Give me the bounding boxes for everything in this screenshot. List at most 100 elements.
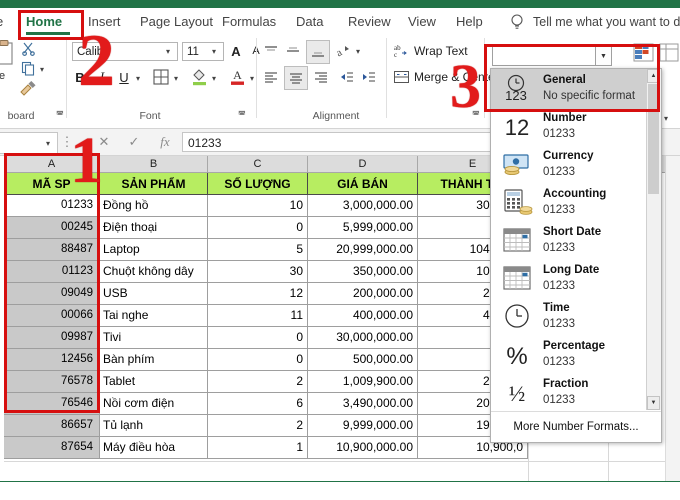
cell-quantity[interactable]: 12: [208, 283, 308, 305]
copy-dropdown-caret-icon[interactable]: ▾: [40, 65, 44, 74]
tab-file[interactable]: e: [0, 8, 3, 36]
font-color-caret-icon[interactable]: ▾: [250, 74, 254, 83]
cell-price[interactable]: 3,490,000.00: [308, 393, 418, 415]
header-cell-gia-ban[interactable]: GIÁ BÁN: [308, 173, 418, 195]
cell-price[interactable]: 200,000.00: [308, 283, 418, 305]
tab-view[interactable]: View: [408, 8, 436, 36]
column-header-b[interactable]: B: [100, 156, 208, 173]
cell-product[interactable]: Bàn phím: [100, 349, 208, 371]
underline-button[interactable]: U: [116, 68, 132, 86]
dropdown-item-time[interactable]: Time 01233: [491, 297, 661, 337]
tab-review[interactable]: Review: [348, 8, 391, 36]
cell-quantity[interactable]: 2: [208, 415, 308, 437]
cell-product[interactable]: USB: [100, 283, 208, 305]
header-cell-san-pham[interactable]: SẢN PHẨM: [100, 173, 208, 195]
underline-caret-icon[interactable]: ▾: [136, 74, 140, 83]
tab-formulas[interactable]: Formulas: [222, 8, 276, 36]
cell-quantity[interactable]: 0: [208, 217, 308, 239]
cell-product[interactable]: Nồi cơm điện: [100, 393, 208, 415]
cut-icon[interactable]: [20, 40, 36, 56]
cell-quantity[interactable]: 0: [208, 327, 308, 349]
cell-product[interactable]: Đồng hồ: [100, 195, 208, 217]
more-number-formats-item[interactable]: More Number Formats...: [491, 411, 661, 442]
align-bottom-icon[interactable]: [306, 40, 330, 64]
align-middle-icon[interactable]: [284, 42, 302, 60]
number-format-dropdown[interactable]: 123 General No specific format 12 Number 0123…: [490, 68, 662, 443]
font-size-box[interactable]: 11: [182, 42, 224, 61]
styles-caret-icon[interactable]: ▾: [664, 114, 668, 123]
enter-icon[interactable]: ✓: [126, 134, 142, 150]
dropdown-item-long-date[interactable]: Long Date 01233: [491, 259, 661, 299]
font-size-caret-icon[interactable]: ▾: [212, 47, 216, 56]
cell-product[interactable]: Máy điều hòa: [100, 437, 208, 459]
cell-product[interactable]: Chuột không dây: [100, 261, 208, 283]
dropdown-scroll-down-button[interactable]: ▼: [647, 396, 660, 410]
tab-data[interactable]: Data: [296, 8, 323, 36]
tab-help[interactable]: Help: [456, 8, 483, 36]
dropdown-scrollbar[interactable]: ▲ ▼: [646, 69, 661, 410]
align-top-icon[interactable]: [262, 42, 280, 60]
cell-product[interactable]: Laptop: [100, 239, 208, 261]
dropdown-item-fraction[interactable]: ½ Fraction 01233: [491, 373, 661, 413]
dropdown-item-currency[interactable]: Currency 01233: [491, 145, 661, 185]
align-left-icon[interactable]: [262, 68, 280, 86]
cell-code[interactable]: 87654: [4, 437, 100, 459]
cell-quantity[interactable]: 10: [208, 195, 308, 217]
header-cell-so-luong[interactable]: SỐ LƯỢNG: [208, 173, 308, 195]
fill-color-caret-icon[interactable]: ▾: [212, 74, 216, 83]
align-center-icon[interactable]: [284, 66, 308, 90]
cell-quantity[interactable]: 30: [208, 261, 308, 283]
cell-quantity[interactable]: 2: [208, 371, 308, 393]
cell-price[interactable]: 5,999,000.00: [308, 217, 418, 239]
cell-price[interactable]: 30,000,000.00: [308, 327, 418, 349]
cell-code[interactable]: 86657: [4, 415, 100, 437]
tab-page-layout[interactable]: Page Layout: [140, 8, 213, 36]
format-painter-icon[interactable]: [18, 80, 38, 96]
cell-quantity[interactable]: 1: [208, 437, 308, 459]
tell-me-search[interactable]: Tell me what you want to do: [533, 8, 680, 36]
cell-product[interactable]: Điện thoại: [100, 217, 208, 239]
cell-product[interactable]: Tủ lạnh: [100, 415, 208, 437]
cell-price[interactable]: 500,000.00: [308, 349, 418, 371]
cell-product[interactable]: Tablet: [100, 371, 208, 393]
increase-indent-icon[interactable]: [360, 68, 378, 86]
cell-price[interactable]: 9,999,000.00: [308, 415, 418, 437]
dropdown-item-accounting[interactable]: Accounting 01233: [491, 183, 661, 223]
cell-price[interactable]: 1,009,900.00: [308, 371, 418, 393]
orientation-caret-icon[interactable]: ▾: [356, 47, 360, 56]
formula-input[interactable]: 01233: [182, 132, 492, 152]
cell-price[interactable]: 20,999,000.00: [308, 239, 418, 261]
cell-price[interactable]: 350,000.00: [308, 261, 418, 283]
paste-label[interactable]: te: [0, 70, 5, 82]
grow-font-button[interactable]: A: [228, 42, 244, 60]
cell-price[interactable]: 3,000,000.00: [308, 195, 418, 217]
dropdown-item-number[interactable]: 12 Number 01233: [491, 107, 661, 147]
fill-color-icon[interactable]: [190, 66, 208, 86]
cell-quantity[interactable]: 5: [208, 239, 308, 261]
borders-caret-icon[interactable]: ▾: [174, 74, 178, 83]
dropdown-item-short-date[interactable]: Short Date 01233: [491, 221, 661, 261]
cell-product[interactable]: Tivi: [100, 327, 208, 349]
copy-icon[interactable]: [20, 60, 36, 76]
sheet-vertical-scrollbar[interactable]: [665, 156, 680, 482]
borders-icon[interactable]: [152, 68, 170, 86]
cell-quantity[interactable]: 0: [208, 349, 308, 371]
font-color-icon[interactable]: A: [228, 66, 246, 86]
font-dialog-launcher[interactable]: ◚: [238, 110, 247, 119]
font-name-caret-icon[interactable]: ▾: [166, 47, 170, 56]
decrease-indent-icon[interactable]: [338, 68, 356, 86]
clipboard-dialog-launcher[interactable]: ◚: [56, 110, 65, 119]
cell-price[interactable]: 400,000.00: [308, 305, 418, 327]
dropdown-item-percentage[interactable]: % Percentage 01233: [491, 335, 661, 375]
orientation-icon[interactable]: a: [334, 42, 352, 60]
align-right-icon[interactable]: [312, 68, 330, 86]
column-header-d[interactable]: D: [308, 156, 418, 173]
cell-product[interactable]: Tai nghe: [100, 305, 208, 327]
cell-quantity[interactable]: 6: [208, 393, 308, 415]
name-box-caret-icon[interactable]: ▾: [46, 139, 50, 148]
cell-quantity[interactable]: 11: [208, 305, 308, 327]
insert-function-icon[interactable]: fx: [156, 133, 174, 151]
cell-price[interactable]: 10,900,000.00: [308, 437, 418, 459]
format-as-table-icon[interactable]: [658, 42, 680, 62]
column-header-c[interactable]: C: [208, 156, 308, 173]
